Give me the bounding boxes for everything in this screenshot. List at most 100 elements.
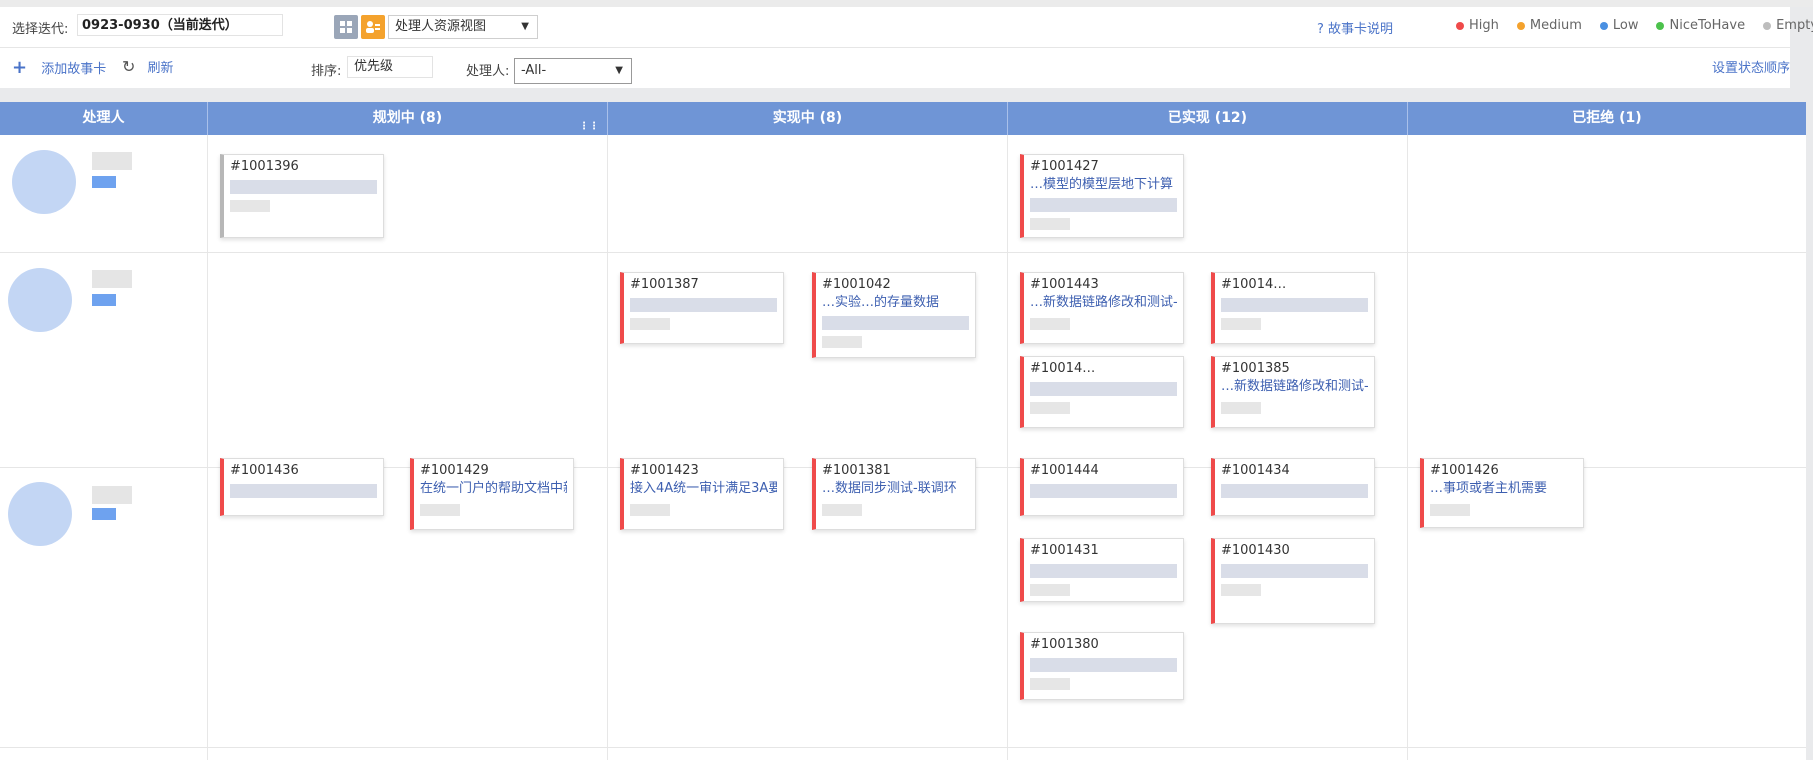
iteration-label: 选择迭代: — [12, 22, 69, 37]
card-title: …模型的模型层地下计算 — [1030, 177, 1174, 192]
legend-dot-empty — [1763, 21, 1772, 30]
story-card[interactable]: #1001042 …实验…的存量数据 — [812, 272, 976, 358]
story-card[interactable]: #1001444 — [1020, 458, 1184, 516]
card-id: #10014… — [1221, 277, 1287, 292]
avatar — [8, 268, 72, 332]
column-header-implementing: 实现中 (8) — [608, 102, 1008, 135]
column-header-implemented: 已实现 (12) — [1008, 102, 1408, 135]
card-meta-redacted — [1221, 318, 1261, 330]
card-meta-redacted — [1030, 402, 1070, 414]
card-meta-redacted — [1221, 584, 1261, 596]
story-card[interactable]: #1001380 — [1020, 632, 1184, 700]
assignee-tag — [92, 176, 116, 188]
story-card[interactable]: #1001387 — [620, 272, 784, 344]
card-title-redacted — [1221, 564, 1368, 578]
card-id: #1001042 — [822, 277, 891, 292]
status-order-link[interactable]: 设置状态顺序 — [1712, 57, 1790, 76]
grid-icon — [340, 21, 352, 33]
sort-label: 排序: — [311, 64, 342, 79]
card-meta-redacted — [1030, 584, 1070, 596]
card-meta-redacted — [1030, 218, 1070, 230]
card-meta-redacted — [1430, 504, 1470, 516]
assignee-name — [92, 486, 132, 504]
story-card[interactable]: #1001431 — [1020, 538, 1184, 602]
story-card[interactable]: #1001436 — [220, 458, 384, 516]
help-link[interactable]: ? 故事卡说明 — [1317, 18, 1393, 37]
story-card[interactable]: #1001426 …事项或者主机需要 — [1420, 458, 1584, 528]
card-title-redacted — [1030, 382, 1177, 396]
view-select[interactable]: 处理人资源视图 ▼ — [388, 15, 538, 39]
column-header-planning-label: 规划中 (8) — [372, 110, 443, 126]
row-divider — [0, 252, 1806, 253]
story-card[interactable]: #1001427 …模型的模型层地下计算 — [1020, 154, 1184, 238]
story-card[interactable]: #1001396 — [220, 154, 384, 238]
priority-legend: High Medium Low NiceToHave Empty — [1456, 18, 1813, 33]
legend-dot-high — [1456, 21, 1464, 30]
card-title-redacted — [1221, 298, 1368, 312]
card-id: #1001430 — [1221, 543, 1290, 558]
assignee-tag — [92, 294, 116, 306]
story-card[interactable]: #1001381 …数据同步测试-联调环 — [812, 458, 976, 530]
card-id: #1001429 — [420, 463, 489, 478]
refresh-button[interactable]: ↻ 刷新 — [122, 57, 174, 76]
card-meta-redacted — [230, 200, 270, 212]
card-title-redacted — [630, 298, 777, 312]
card-title-redacted — [1030, 484, 1177, 498]
card-id: #1001385 — [1221, 361, 1290, 376]
avatar — [8, 482, 72, 546]
toolbar-top: 选择迭代: 0923-0930（当前迭代） 处理人资源视图 ▼ ? 故事卡说明 … — [0, 7, 1813, 48]
story-card[interactable]: #1001434 — [1211, 458, 1375, 516]
card-title-redacted — [230, 180, 377, 194]
legend-nicetohave: NiceToHave — [1669, 18, 1746, 33]
story-card[interactable]: #1001429 在统一门户的帮助文档中新 — [410, 458, 574, 530]
legend-dot-nicetohave — [1656, 21, 1665, 30]
story-card[interactable]: #1001423 接入4A统一审计满足3A要 — [620, 458, 784, 530]
drag-handle-icon[interactable]: ⋮⋮ — [579, 110, 599, 143]
chevron-down-icon: ▼ — [521, 21, 529, 32]
top-strip — [0, 0, 1813, 7]
column-header-rejected: 已拒绝 (1) — [1572, 110, 1642, 126]
iteration-select[interactable]: 0923-0930（当前迭代） — [77, 14, 283, 36]
assignee-select[interactable]: -All- ▼ — [514, 58, 632, 84]
card-meta-redacted — [822, 504, 862, 516]
refresh-icon: ↻ — [122, 57, 136, 76]
card-title: …新数据链路修改和测试- — [1030, 295, 1177, 310]
card-title: …事项或者主机需要 — [1430, 481, 1548, 496]
column-divider — [1407, 135, 1408, 760]
card-id: #1001387 — [630, 277, 699, 292]
card-id: #1001444 — [1030, 463, 1099, 478]
story-card[interactable]: #1001430 — [1211, 538, 1375, 624]
toolbar-actions: + 添加故事卡 ↻ 刷新 排序: 优先级 处理人: -All- ▼ 设置状态顺序 — [0, 48, 1790, 88]
refresh-label: 刷新 — [147, 61, 174, 76]
users-icon — [366, 21, 380, 33]
card-id: #1001436 — [230, 463, 299, 478]
column-divider — [607, 135, 608, 760]
assignee-name — [92, 270, 132, 288]
card-id: #1001423 — [630, 463, 699, 478]
story-card[interactable]: #1001385 …新数据链路修改和测试- — [1211, 356, 1375, 428]
card-meta-redacted — [420, 504, 460, 516]
card-id: #1001396 — [230, 159, 299, 174]
card-title: …实验…的存量数据 — [822, 295, 940, 310]
story-card[interactable]: #10014… — [1211, 272, 1375, 344]
add-card-button[interactable]: + 添加故事卡 — [12, 57, 106, 78]
column-header-assignee: 处理人 — [0, 102, 208, 135]
card-id: #1001380 — [1030, 637, 1099, 652]
add-card-label: 添加故事卡 — [41, 62, 107, 77]
card-id: #1001434 — [1221, 463, 1290, 478]
card-title-redacted — [230, 484, 377, 498]
sort-select[interactable]: 优先级 — [347, 56, 433, 78]
sort-value: 优先级 — [354, 59, 394, 74]
legend-dot-low — [1599, 21, 1608, 30]
kanban-board: 处理人 规划中 (8) ⋮⋮ 实现中 (8) 已实现 (12) 已拒绝 (1) … — [0, 102, 1806, 760]
person-view-button[interactable] — [361, 15, 385, 39]
legend-empty: Empty — [1776, 18, 1813, 33]
grid-view-button[interactable] — [334, 15, 358, 39]
story-card[interactable]: #1001443 …新数据链路修改和测试- — [1020, 272, 1184, 344]
card-title: 接入4A统一审计满足3A要 — [630, 481, 777, 496]
column-divider — [207, 135, 208, 760]
card-title: …数据同步测试-联调环 — [822, 481, 957, 496]
column-header-planning: 规划中 (8) ⋮⋮ — [208, 102, 608, 135]
card-title-redacted — [1221, 484, 1368, 498]
story-card[interactable]: #10014… — [1020, 356, 1184, 428]
